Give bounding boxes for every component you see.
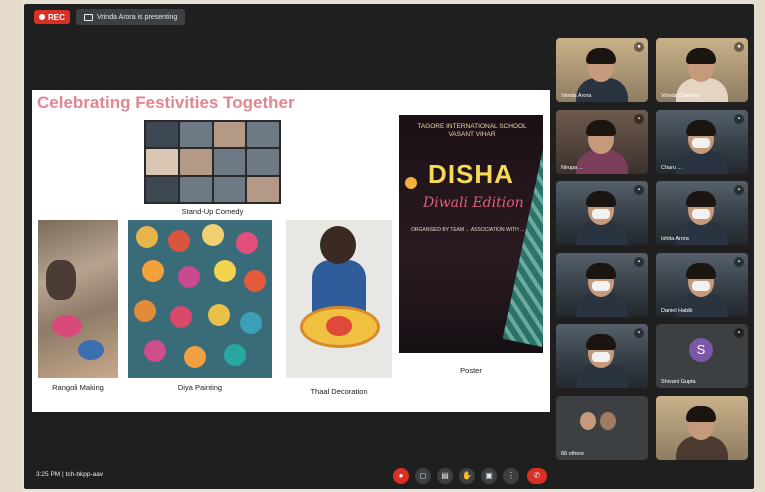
poster-body: ORGANISED BY TEAM ... ASSOCIATION WITH .… bbox=[411, 227, 525, 233]
participant-name: Ishita Arora bbox=[661, 236, 689, 242]
caption-diya: Diya Painting bbox=[177, 383, 223, 392]
mic-icon: ● bbox=[634, 42, 644, 52]
participant-tile[interactable]: ● Vrinda Arora bbox=[556, 38, 648, 102]
participant-name: Daniel Habib bbox=[661, 308, 693, 314]
diya-painting-photo bbox=[128, 220, 272, 378]
participant-tile[interactable]: ▪ Ishita Arora bbox=[656, 181, 748, 245]
mic-off-icon: ▪ bbox=[634, 114, 644, 124]
captions-button[interactable]: ▤ bbox=[437, 468, 453, 484]
present-screen-icon bbox=[84, 13, 93, 21]
record-icon bbox=[39, 14, 45, 20]
mic-off-icon: ▪ bbox=[634, 257, 644, 267]
participant-tile[interactable]: ▪ Daniel Habib bbox=[656, 253, 748, 317]
participant-name: Charu ... bbox=[661, 165, 683, 171]
mic-off-icon: ▪ bbox=[734, 328, 744, 338]
others-tile[interactable]: 66 others bbox=[556, 396, 648, 460]
bottom-bar: 3:25 PM | tch-bkpp-aav ● ◻ ▤ ✋ ▣ ⋮ ✆ bbox=[24, 462, 754, 489]
page-margin-right bbox=[753, 0, 765, 492]
presenting-text: Vrinda Arora is presenting bbox=[97, 13, 178, 21]
participant-name: Vrinda Chandra bbox=[661, 93, 700, 99]
participant-tile[interactable]: ▪ Nirupa ... bbox=[556, 110, 648, 174]
meet-window: REC Vrinda Arora is presenting Celebrati… bbox=[24, 4, 754, 489]
participant-tile[interactable]: ● Vrinda Chandra bbox=[656, 38, 748, 102]
caption-standup: Stand-Up Comedy bbox=[181, 207, 244, 216]
participant-name: Shivani Gupta bbox=[661, 379, 696, 385]
caption-thaal: Thaal Decoration bbox=[310, 387, 368, 396]
standup-comedy-photo bbox=[144, 120, 281, 204]
avatar: S bbox=[689, 338, 713, 362]
caption-rangoli: Rangoli Making bbox=[52, 383, 104, 392]
others-count: 66 others bbox=[561, 451, 584, 457]
meeting-clock: 3:25 PM | tch-bkpp-aav bbox=[36, 471, 104, 478]
presented-slide: Celebrating Festivities Together Stand-U… bbox=[32, 90, 550, 412]
participant-tile[interactable]: ▪ Charu ... bbox=[656, 110, 748, 174]
thaal-decoration-photo bbox=[286, 220, 392, 378]
mic-off-icon: ▪ bbox=[734, 185, 744, 195]
recording-label: REC bbox=[48, 12, 65, 22]
diya-lamp-icon bbox=[405, 177, 417, 189]
poster-school-name: TAGORE INTERNATIONAL SCHOOL VASANT VIHAR bbox=[417, 123, 527, 138]
poster-subhead: Diwali Edition bbox=[423, 195, 524, 211]
mic-off-icon: ▪ bbox=[634, 328, 644, 338]
leave-call-button[interactable]: ✆ bbox=[527, 468, 547, 484]
participant-tile[interactable]: ▪ bbox=[556, 253, 648, 317]
slide-title: Celebrating Festivities Together bbox=[37, 93, 295, 112]
mic-off-icon: ▪ bbox=[734, 114, 744, 124]
rangoli-photo bbox=[38, 220, 118, 378]
mic-toggle-button[interactable]: ● bbox=[393, 468, 409, 484]
camera-toggle-button[interactable]: ◻ bbox=[415, 468, 431, 484]
page-margin-left bbox=[0, 0, 22, 492]
participant-name: Vrinda Arora bbox=[561, 93, 592, 99]
participant-tile[interactable]: ▪ bbox=[556, 181, 648, 245]
participant-tile[interactable] bbox=[656, 396, 748, 460]
participant-tile[interactable]: S ▪ Shivani Gupta bbox=[656, 324, 748, 388]
recording-badge[interactable]: REC bbox=[34, 10, 70, 24]
caption-poster: Poster bbox=[460, 366, 482, 375]
top-bar: REC Vrinda Arora is presenting bbox=[24, 4, 754, 30]
participant-name: Nirupa ... bbox=[561, 165, 584, 171]
raise-hand-button[interactable]: ✋ bbox=[459, 468, 475, 484]
poster-headline: DISHA bbox=[428, 159, 514, 189]
presenting-banner[interactable]: Vrinda Arora is presenting bbox=[76, 9, 186, 25]
mic-off-icon: ▪ bbox=[634, 185, 644, 195]
present-now-button[interactable]: ▣ bbox=[481, 468, 497, 484]
mic-icon: ● bbox=[734, 42, 744, 52]
mic-off-icon: ▪ bbox=[734, 257, 744, 267]
disha-poster: TAGORE INTERNATIONAL SCHOOL VASANT VIHAR… bbox=[399, 115, 543, 353]
participant-tile[interactable]: ▪ bbox=[556, 324, 648, 388]
more-options-button[interactable]: ⋮ bbox=[503, 468, 519, 484]
